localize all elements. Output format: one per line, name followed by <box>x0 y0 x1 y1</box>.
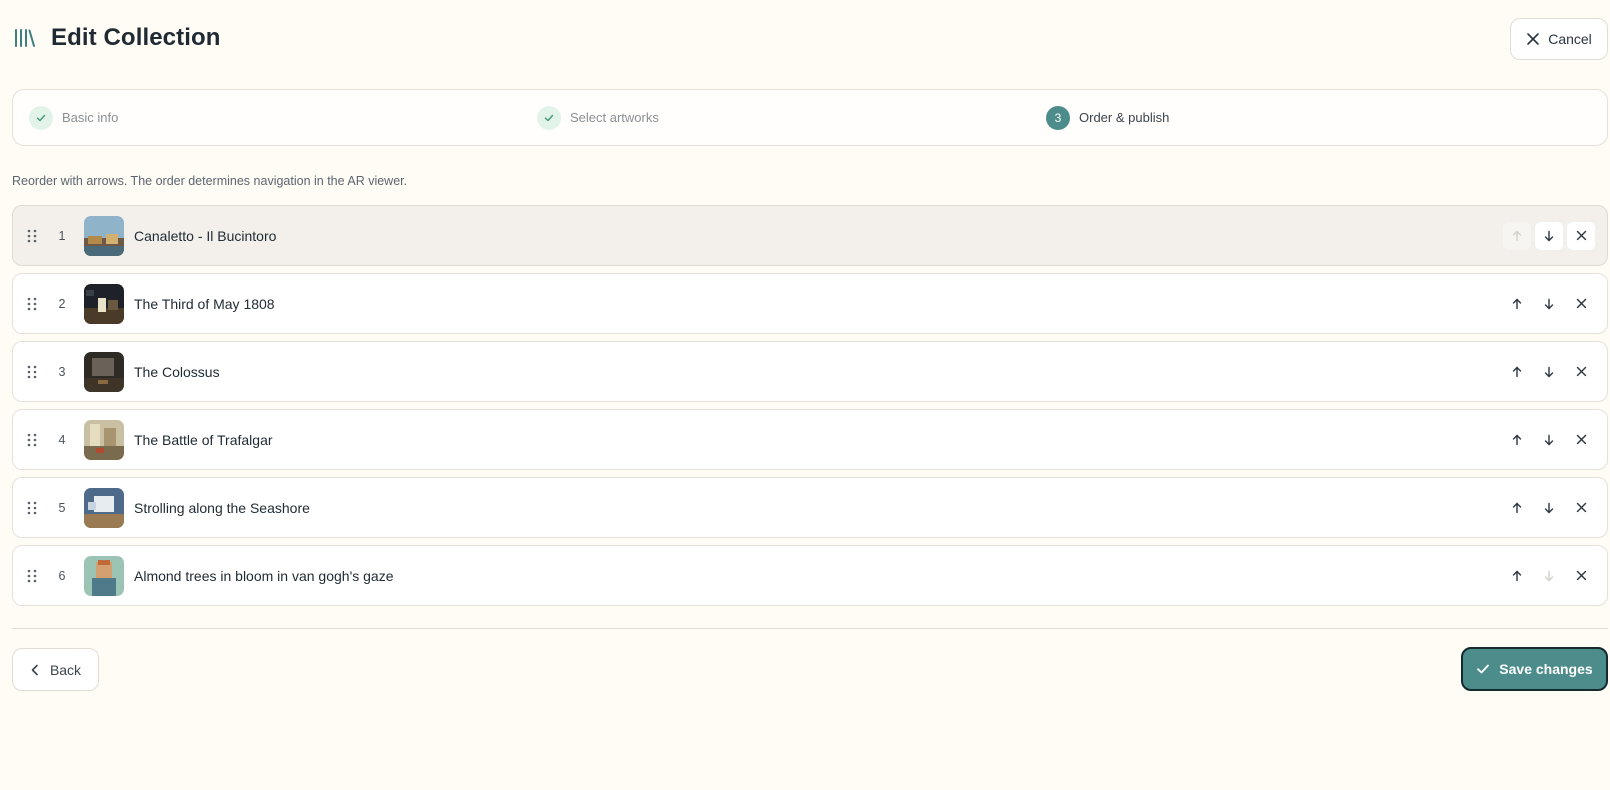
item-index: 5 <box>58 500 66 515</box>
item-index: 2 <box>58 296 66 311</box>
drag-handle-icon[interactable] <box>27 229 41 243</box>
reorder-hint: Reorder with arrows. The order determine… <box>12 174 408 188</box>
close-icon <box>1576 366 1586 377</box>
arrow-up-icon <box>1512 434 1522 445</box>
artwork-title: Canaletto - Il Bucintoro <box>134 227 277 244</box>
check-icon <box>1477 664 1490 674</box>
remove-button[interactable] <box>1567 221 1595 250</box>
remove-button[interactable] <box>1567 562 1595 590</box>
artwork-thumbnail <box>84 351 124 392</box>
move-up-button[interactable] <box>1503 426 1531 454</box>
chevron-left-icon <box>31 664 38 675</box>
artwork-thumbnail <box>84 487 124 528</box>
artwork-title: Almond trees in bloom in van gogh's gaze <box>134 567 394 584</box>
artwork-title: The Battle of Trafalgar <box>134 431 273 448</box>
artwork-title: The Third of May 1808 <box>134 295 275 312</box>
back-button[interactable]: Back <box>12 648 99 691</box>
arrow-up-icon <box>1512 298 1522 309</box>
save-button-label: Save changes <box>1499 661 1593 677</box>
close-icon <box>1576 570 1586 581</box>
remove-button[interactable] <box>1567 426 1595 454</box>
step-label: Select artworks <box>570 110 659 125</box>
arrow-up-icon <box>1512 502 1522 513</box>
remove-button[interactable] <box>1567 494 1595 522</box>
drag-handle-icon[interactable] <box>27 501 41 515</box>
move-up-button[interactable] <box>1503 562 1531 590</box>
drag-handle-icon[interactable] <box>27 365 41 379</box>
list-item[interactable]: 6 Almond trees in bloom in van gogh's ga… <box>12 545 1608 606</box>
close-icon <box>1576 434 1586 445</box>
item-index: 3 <box>58 364 66 379</box>
artwork-thumbnail <box>84 215 124 256</box>
close-icon <box>1576 298 1586 309</box>
artwork-title: The Colossus <box>134 363 220 380</box>
item-index: 4 <box>58 432 66 447</box>
arrow-down-icon <box>1544 230 1554 241</box>
drag-handle-icon[interactable] <box>27 297 41 311</box>
list-item[interactable]: 4 The Battle of Trafalgar <box>12 409 1608 470</box>
step-label: Order & publish <box>1079 110 1170 125</box>
artwork-thumbnail <box>84 555 124 596</box>
arrow-down-icon <box>1544 434 1554 445</box>
arrow-down-icon <box>1544 502 1554 513</box>
item-index: 1 <box>58 228 66 243</box>
artwork-thumbnail <box>84 419 124 460</box>
arrow-up-icon <box>1512 570 1522 581</box>
move-down-button[interactable] <box>1535 221 1563 250</box>
arrow-up-icon <box>1512 366 1522 377</box>
check-icon <box>537 105 561 130</box>
remove-button[interactable] <box>1567 358 1595 386</box>
close-icon <box>1576 230 1586 241</box>
library-icon <box>12 26 36 50</box>
move-down-button[interactable] <box>1535 426 1563 454</box>
step-number: 3 <box>1046 105 1070 130</box>
close-icon <box>1527 33 1540 45</box>
move-down-button[interactable] <box>1535 562 1563 590</box>
move-down-button[interactable] <box>1535 494 1563 522</box>
close-icon <box>1576 502 1586 513</box>
page-title: Edit Collection <box>51 24 221 51</box>
check-icon <box>29 105 53 130</box>
item-index: 6 <box>58 568 66 583</box>
artwork-title: Strolling along the Seashore <box>134 499 310 516</box>
save-changes-button[interactable]: Save changes <box>1461 647 1608 691</box>
move-down-button[interactable] <box>1535 290 1563 318</box>
page-header: Edit Collection Cancel <box>12 18 1610 60</box>
list-item[interactable]: 3 The Colossus <box>12 341 1608 402</box>
artwork-thumbnail <box>84 283 124 324</box>
list-item[interactable]: 5 Strolling along the Seashore <box>12 477 1608 538</box>
footer-divider <box>12 628 1608 629</box>
cancel-button-label: Cancel <box>1548 31 1592 47</box>
list-item[interactable]: 1 Canaletto - Il Bucintoro <box>12 205 1608 266</box>
drag-handle-icon[interactable] <box>27 569 41 583</box>
move-up-button[interactable] <box>1503 221 1531 250</box>
step-basic-info[interactable]: Basic info <box>29 90 118 145</box>
arrow-up-icon <box>1512 230 1522 241</box>
stepper: Basic info Select artworks 3 Order & pub… <box>12 89 1608 146</box>
step-label: Basic info <box>62 110 119 125</box>
list-item[interactable]: 2 The Third of May 1808 <box>12 273 1608 334</box>
move-up-button[interactable] <box>1503 494 1531 522</box>
move-down-button[interactable] <box>1535 358 1563 386</box>
drag-handle-icon[interactable] <box>27 433 41 447</box>
step-select-artworks[interactable]: Select artworks <box>537 90 659 145</box>
move-up-button[interactable] <box>1503 290 1531 318</box>
step-order-publish[interactable]: 3 Order & publish <box>1046 90 1169 145</box>
arrow-down-icon <box>1544 298 1554 309</box>
cancel-button[interactable]: Cancel <box>1510 18 1608 60</box>
arrow-down-icon <box>1544 570 1554 581</box>
move-up-button[interactable] <box>1503 358 1531 386</box>
arrow-down-icon <box>1544 366 1554 377</box>
remove-button[interactable] <box>1567 290 1595 318</box>
artwork-order-list: 1 Canaletto - Il Bucintoro 2 The Third o… <box>12 205 1608 613</box>
back-button-label: Back <box>49 661 82 678</box>
